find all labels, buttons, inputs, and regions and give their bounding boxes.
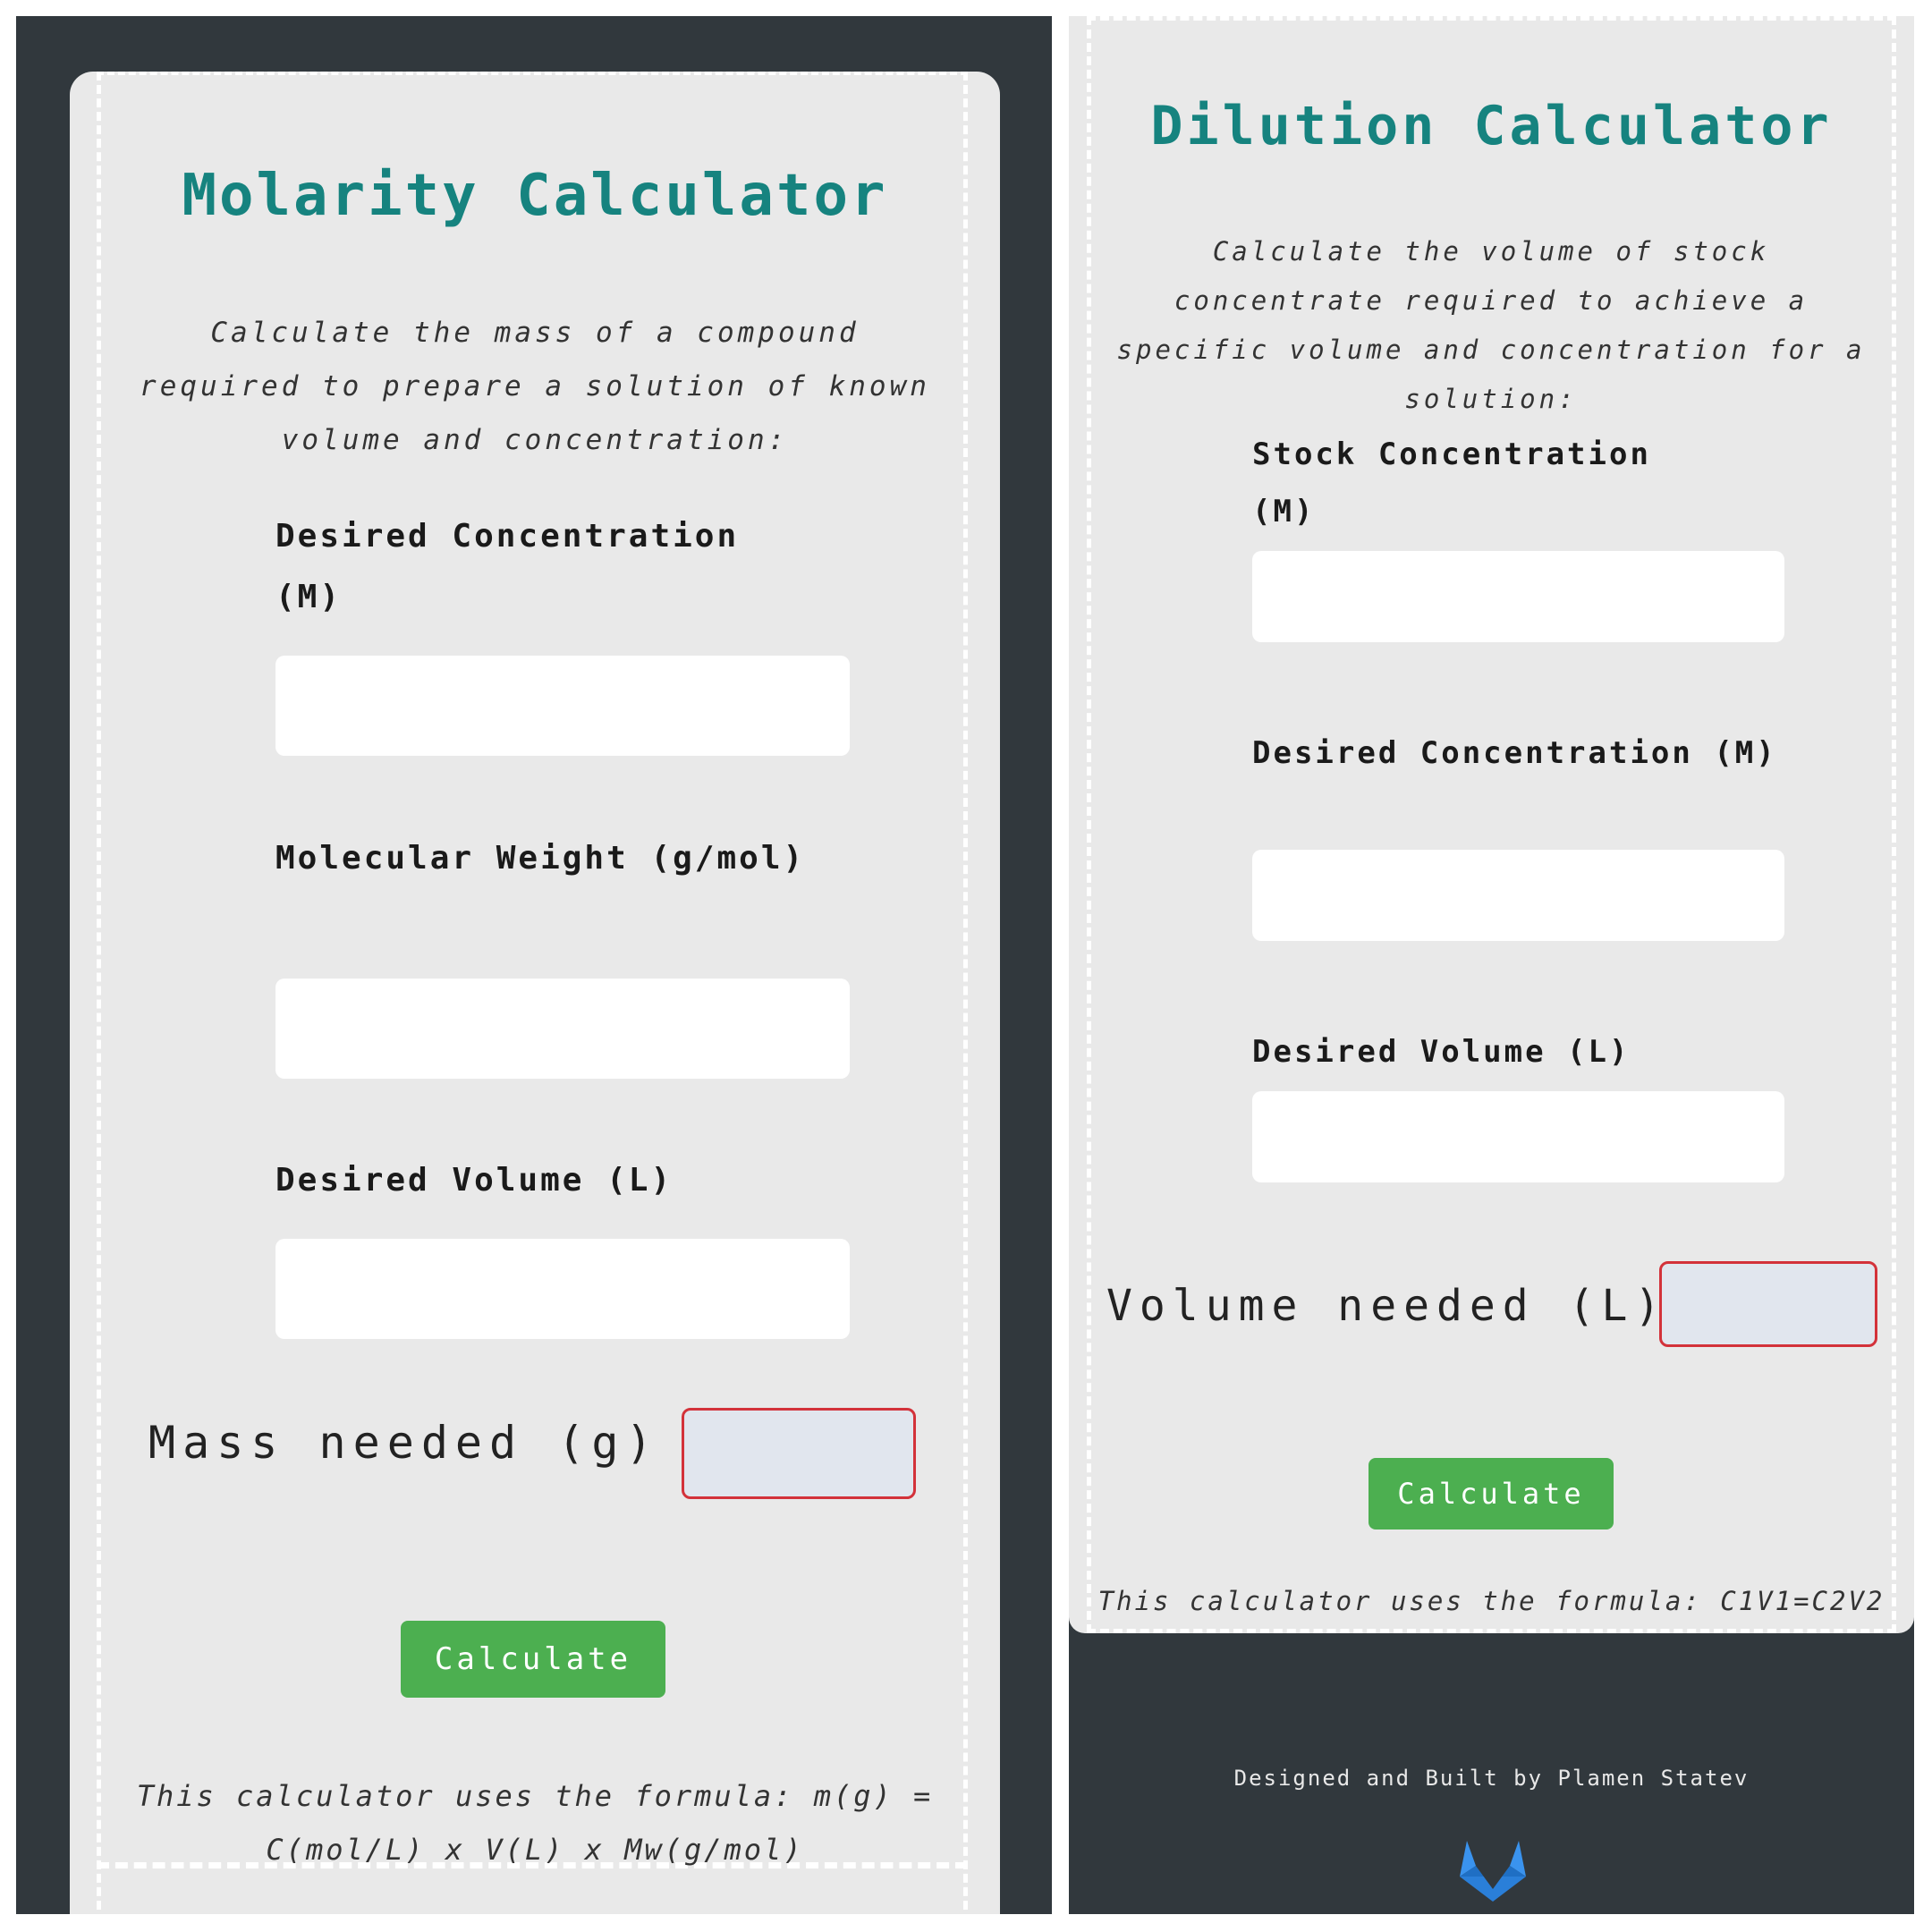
desired-volume-input[interactable] [1252, 1091, 1784, 1182]
molarity-title: Molarity Calculator [182, 163, 888, 229]
molecular-weight-input[interactable] [275, 979, 850, 1079]
molarity-calculate-button[interactable]: Calculate [401, 1621, 665, 1698]
dilution-calculate-button[interactable]: Calculate [1368, 1458, 1614, 1530]
desired-volume-label: Desired Volume (L) [1252, 1034, 1631, 1070]
dilution-title: Dilution Calculator [1150, 95, 1833, 157]
desired-concentration-label: Desired Concentration (M) [275, 518, 740, 615]
molarity-intro: Calculate the mass of a compound require… [140, 317, 930, 456]
stock-concentration-input[interactable] [1252, 551, 1784, 642]
desired-volume-input[interactable] [275, 1239, 850, 1339]
screenshot-collage: Molarity Calculator Calculate the mass o… [0, 0, 1932, 1932]
volume-needed-label: Volume needed (L) [1106, 1281, 1668, 1331]
dilution-screen: Dilution Calculator Calculate the volume… [1069, 16, 1914, 1914]
dilution-formula-note: This calculator uses the formula: C1V1=C… [1097, 1586, 1885, 1616]
molecular-weight-label: Molecular Weight (g/mol) [275, 840, 806, 877]
gitlab-icon[interactable] [1454, 1832, 1531, 1903]
molarity-formula-note: This calculator uses the formula: m(g) =… [136, 1779, 934, 1867]
desired-concentration-input[interactable] [275, 656, 850, 756]
dilution-card: Dilution Calculator Calculate the volume… [1069, 16, 1914, 1633]
volume-needed-output [1659, 1261, 1877, 1347]
desired-concentration-label: Desired Concentration (M) [1252, 735, 1777, 771]
footer-credit: Designed and Built by Plamen Statev [1233, 1766, 1750, 1791]
stock-concentration-label: Stock Concentration (M) [1252, 436, 1651, 530]
molarity-card: Molarity Calculator Calculate the mass o… [70, 72, 1000, 1914]
molarity-screen: Molarity Calculator Calculate the mass o… [16, 16, 1052, 1914]
mass-needed-output [682, 1408, 916, 1499]
mass-needed-label: Mass needed (g) [148, 1417, 660, 1469]
desired-concentration-input[interactable] [1252, 850, 1784, 941]
desired-volume-label: Desired Volume (L) [275, 1162, 674, 1199]
dilution-intro: Calculate the volume of stock concentrat… [1116, 236, 1866, 414]
